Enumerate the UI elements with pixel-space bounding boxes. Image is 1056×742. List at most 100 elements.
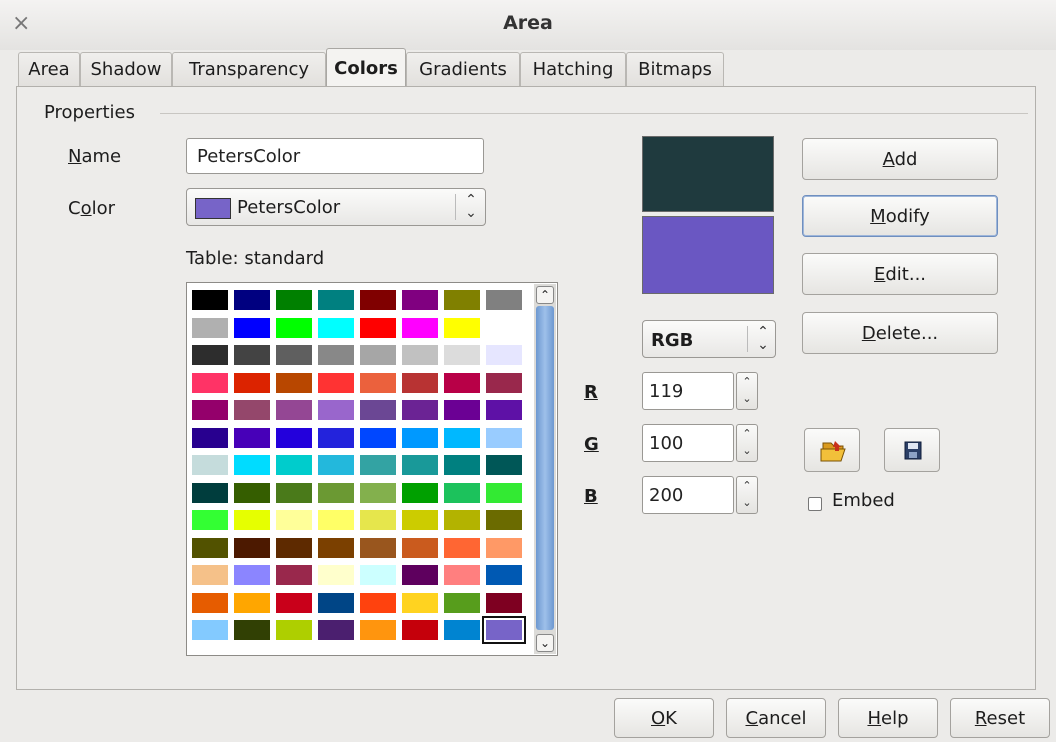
color-cell[interactable] <box>485 289 523 311</box>
color-cell[interactable] <box>401 619 439 641</box>
color-cell[interactable] <box>275 426 313 449</box>
delete-button[interactable]: Delete... <box>802 312 998 354</box>
color-cell[interactable] <box>317 454 355 476</box>
scroll-down-icon[interactable]: ⌄ <box>536 634 554 652</box>
color-cell[interactable] <box>233 481 271 504</box>
color-cell[interactable] <box>191 426 229 449</box>
name-field[interactable] <box>186 138 484 174</box>
modify-button[interactable]: Modify <box>802 195 998 237</box>
color-cell[interactable] <box>233 591 271 614</box>
red-input[interactable] <box>642 372 734 410</box>
color-cell[interactable] <box>275 454 313 476</box>
color-cell[interactable] <box>485 481 523 504</box>
color-cell[interactable] <box>443 481 481 504</box>
tab-area[interactable]: Area <box>18 52 80 86</box>
load-color-list-button[interactable] <box>804 428 860 472</box>
add-button[interactable]: Add <box>802 138 998 180</box>
color-cell[interactable] <box>485 536 523 559</box>
color-cell[interactable] <box>317 289 355 311</box>
color-cell[interactable] <box>317 564 355 586</box>
color-cell[interactable] <box>233 619 271 641</box>
color-cell[interactable] <box>191 536 229 559</box>
color-cell[interactable] <box>275 564 313 586</box>
color-cell[interactable] <box>233 289 271 311</box>
help-button[interactable]: Help <box>838 698 938 738</box>
green-input[interactable] <box>642 424 734 462</box>
color-cell[interactable] <box>191 371 229 394</box>
color-cell[interactable] <box>275 371 313 394</box>
color-cell[interactable] <box>485 399 523 421</box>
edit-button[interactable]: Edit... <box>802 253 998 295</box>
color-cell[interactable] <box>482 616 526 644</box>
color-cell[interactable] <box>485 344 523 366</box>
scroll-up-icon[interactable]: ⌃ <box>536 286 554 304</box>
color-model-dropdown[interactable]: RGB ⌃ ⌄ <box>642 320 776 358</box>
color-cell[interactable] <box>359 536 397 559</box>
color-cell[interactable] <box>401 371 439 394</box>
color-cell[interactable] <box>191 619 229 641</box>
red-stepper[interactable]: ⌃ ⌄ <box>736 372 758 410</box>
color-cell[interactable] <box>401 316 439 339</box>
color-cell[interactable] <box>401 399 439 421</box>
color-cell[interactable] <box>275 344 313 366</box>
cancel-button[interactable]: Cancel <box>726 698 826 738</box>
color-cell[interactable] <box>275 289 313 311</box>
color-cell[interactable] <box>401 344 439 366</box>
color-cell[interactable] <box>317 481 355 504</box>
color-cell[interactable] <box>443 591 481 614</box>
color-cell[interactable] <box>233 344 271 366</box>
scrollbar-thumb[interactable] <box>536 306 554 630</box>
color-cell[interactable] <box>401 591 439 614</box>
color-cell[interactable] <box>443 371 481 394</box>
color-cell[interactable] <box>485 564 523 586</box>
color-cell[interactable] <box>443 399 481 421</box>
color-cell[interactable] <box>485 316 523 339</box>
color-cell[interactable] <box>485 591 523 614</box>
color-cell[interactable] <box>191 289 229 311</box>
green-stepper[interactable]: ⌃ ⌄ <box>736 424 758 462</box>
color-cell[interactable] <box>191 316 229 339</box>
color-cell[interactable] <box>359 289 397 311</box>
color-cell[interactable] <box>233 536 271 559</box>
color-cell[interactable] <box>191 454 229 476</box>
color-cell[interactable] <box>401 509 439 531</box>
color-cell[interactable] <box>191 591 229 614</box>
color-cell[interactable] <box>233 371 271 394</box>
color-cell[interactable] <box>191 564 229 586</box>
tab-transparency[interactable]: Transparency <box>172 52 326 86</box>
color-cell[interactable] <box>359 481 397 504</box>
color-cell[interactable] <box>443 426 481 449</box>
color-dropdown[interactable]: PetersColor ⌃ ⌄ <box>186 188 486 226</box>
color-cell[interactable] <box>485 454 523 476</box>
color-cell[interactable] <box>401 481 439 504</box>
color-cell[interactable] <box>401 426 439 449</box>
color-cell[interactable] <box>191 344 229 366</box>
ok-button[interactable]: OK <box>614 698 714 738</box>
color-cell[interactable] <box>359 399 397 421</box>
color-cell[interactable] <box>317 399 355 421</box>
color-cell[interactable] <box>275 399 313 421</box>
color-cell[interactable] <box>443 316 481 339</box>
color-cell[interactable] <box>401 454 439 476</box>
color-cell[interactable] <box>485 371 523 394</box>
tab-gradients[interactable]: Gradients <box>406 52 520 86</box>
color-cell[interactable] <box>233 316 271 339</box>
color-cell[interactable] <box>359 619 397 641</box>
color-cell[interactable] <box>359 454 397 476</box>
color-cell[interactable] <box>275 591 313 614</box>
color-cell[interactable] <box>401 289 439 311</box>
embed-checkbox[interactable] <box>808 497 822 511</box>
color-cell[interactable] <box>443 454 481 476</box>
color-cell[interactable] <box>359 316 397 339</box>
color-cell[interactable] <box>359 591 397 614</box>
color-cell[interactable] <box>275 509 313 531</box>
color-cell[interactable] <box>359 509 397 531</box>
color-cell[interactable] <box>359 426 397 449</box>
color-cell[interactable] <box>317 426 355 449</box>
color-cell[interactable] <box>233 454 271 476</box>
color-cell[interactable] <box>317 536 355 559</box>
color-cell[interactable] <box>443 564 481 586</box>
tab-hatching[interactable]: Hatching <box>520 52 626 86</box>
color-cell[interactable] <box>317 591 355 614</box>
color-cell[interactable] <box>401 536 439 559</box>
